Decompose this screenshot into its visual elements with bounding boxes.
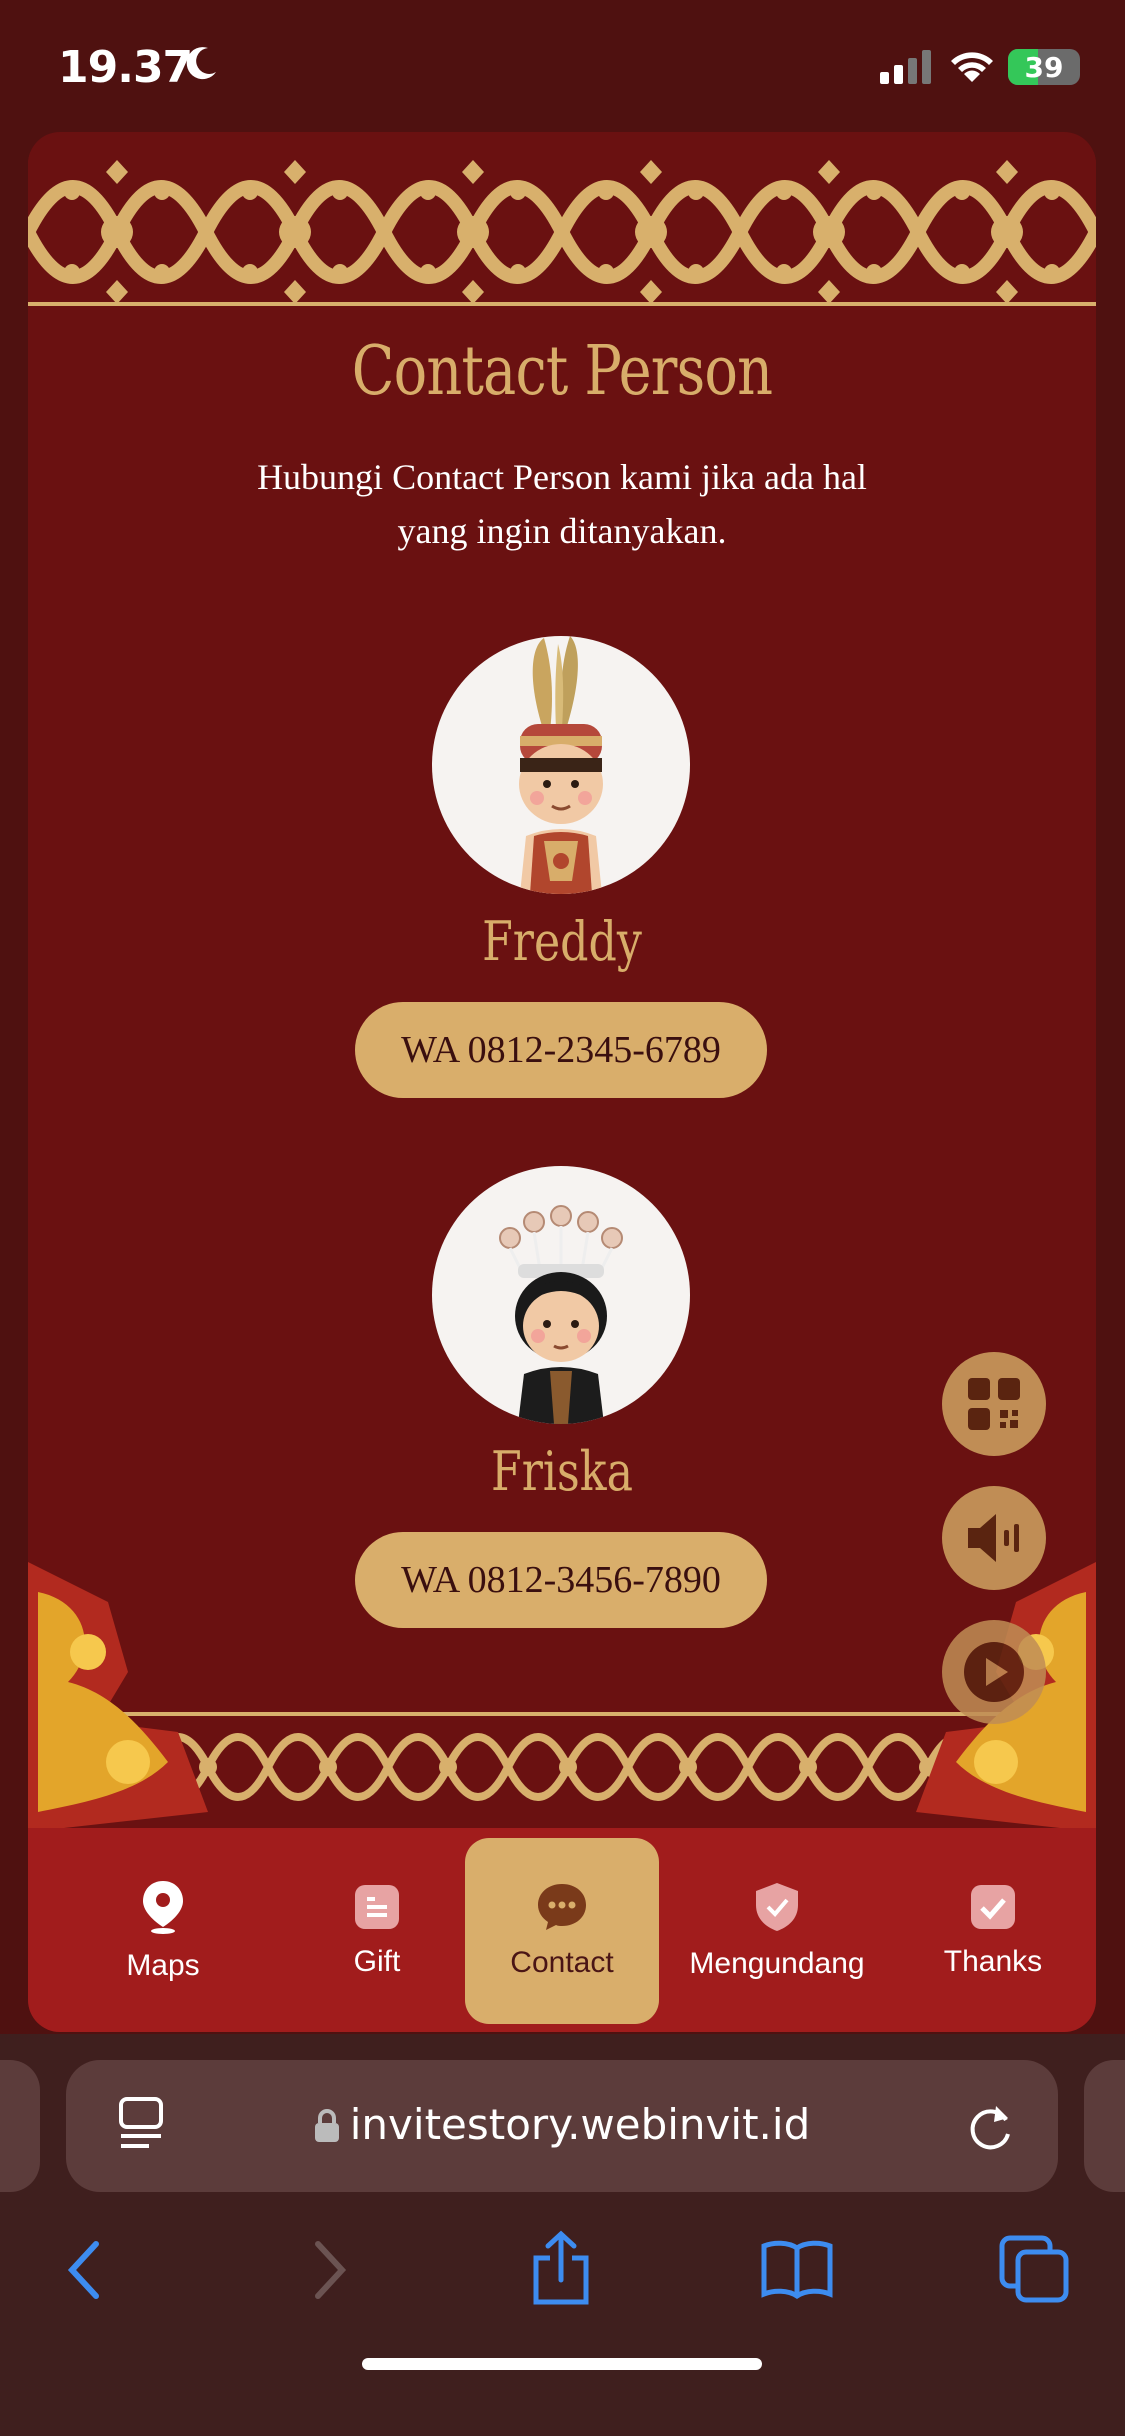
section-subtitle: Hubungi Contact Person kami jika ada hal… xyxy=(257,457,867,551)
next-tab-preview[interactable] xyxy=(1084,2060,1125,2192)
bookmarks-icon[interactable] xyxy=(760,2238,834,2300)
music-toggle-button[interactable] xyxy=(942,1486,1046,1590)
dayak-woman-illustration xyxy=(499,1205,623,1424)
speaker-icon xyxy=(968,1514,1019,1562)
home-indicator xyxy=(362,2358,762,2370)
whatsapp-button-freddy[interactable]: WA 0812-2345-6789 xyxy=(355,1002,767,1098)
battery-icon: 39 xyxy=(1008,49,1080,85)
play-icon xyxy=(964,1642,1024,1702)
shield-check-icon xyxy=(756,1883,798,1931)
nav-item-maps[interactable]: Maps xyxy=(66,1838,260,2024)
tabs-icon[interactable] xyxy=(998,2234,1070,2304)
qr-code-button[interactable] xyxy=(942,1352,1046,1456)
contact-name: Freddy xyxy=(482,910,642,973)
check-square-icon xyxy=(971,1885,1015,1929)
previous-tab-preview[interactable] xyxy=(0,2060,40,2192)
share-icon[interactable] xyxy=(530,2230,592,2306)
chat-icon xyxy=(538,1884,586,1930)
dayak-man-illustration xyxy=(519,636,603,894)
address-bar[interactable]: invitestory.webinvit.id xyxy=(66,2060,1058,2192)
nav-item-thanks[interactable]: Thanks xyxy=(896,1838,1090,2024)
gift-icon xyxy=(355,1885,399,1929)
contact-name: Friska xyxy=(490,1440,634,1503)
wifi-icon xyxy=(951,52,993,82)
ornament-border-top xyxy=(28,152,1096,306)
browser-toolbar: invitestory.webinvit.id xyxy=(0,2034,1125,2436)
invitation-card: Contact Person Hubungi Contact Person ka… xyxy=(28,132,1096,2032)
autoplay-button[interactable] xyxy=(942,1620,1046,1724)
map-pin-icon xyxy=(143,1881,183,1934)
whatsapp-button-friska[interactable]: WA 0812-3456-7890 xyxy=(355,1532,767,1628)
reload-icon[interactable] xyxy=(966,2100,1016,2152)
nav-item-mengundang[interactable]: Mengundang xyxy=(680,1838,874,2024)
qr-code-icon xyxy=(968,1378,1020,1430)
corner-ornament-left xyxy=(28,1562,208,1832)
contact-avatar-freddy xyxy=(432,636,690,894)
back-arrow-icon[interactable] xyxy=(64,2240,104,2300)
cellular-signal-icon xyxy=(880,50,931,84)
lock-icon xyxy=(314,2109,339,2142)
clock: 19.37 xyxy=(58,42,193,93)
url-text: invitestory.webinvit.id xyxy=(66,2100,1058,2149)
moon-icon xyxy=(186,47,216,80)
contact-avatar-friska xyxy=(432,1166,690,1424)
bottom-navigation: Maps Gift Contact Mengundang Thanks xyxy=(28,1828,1096,2032)
nav-item-gift[interactable]: Gift xyxy=(280,1838,474,2024)
status-bar: 19.37 39 xyxy=(0,0,1125,130)
forward-arrow-icon[interactable] xyxy=(310,2240,350,2300)
section-title: Contact Person xyxy=(351,332,773,411)
nav-item-contact[interactable]: Contact xyxy=(465,1838,659,2024)
